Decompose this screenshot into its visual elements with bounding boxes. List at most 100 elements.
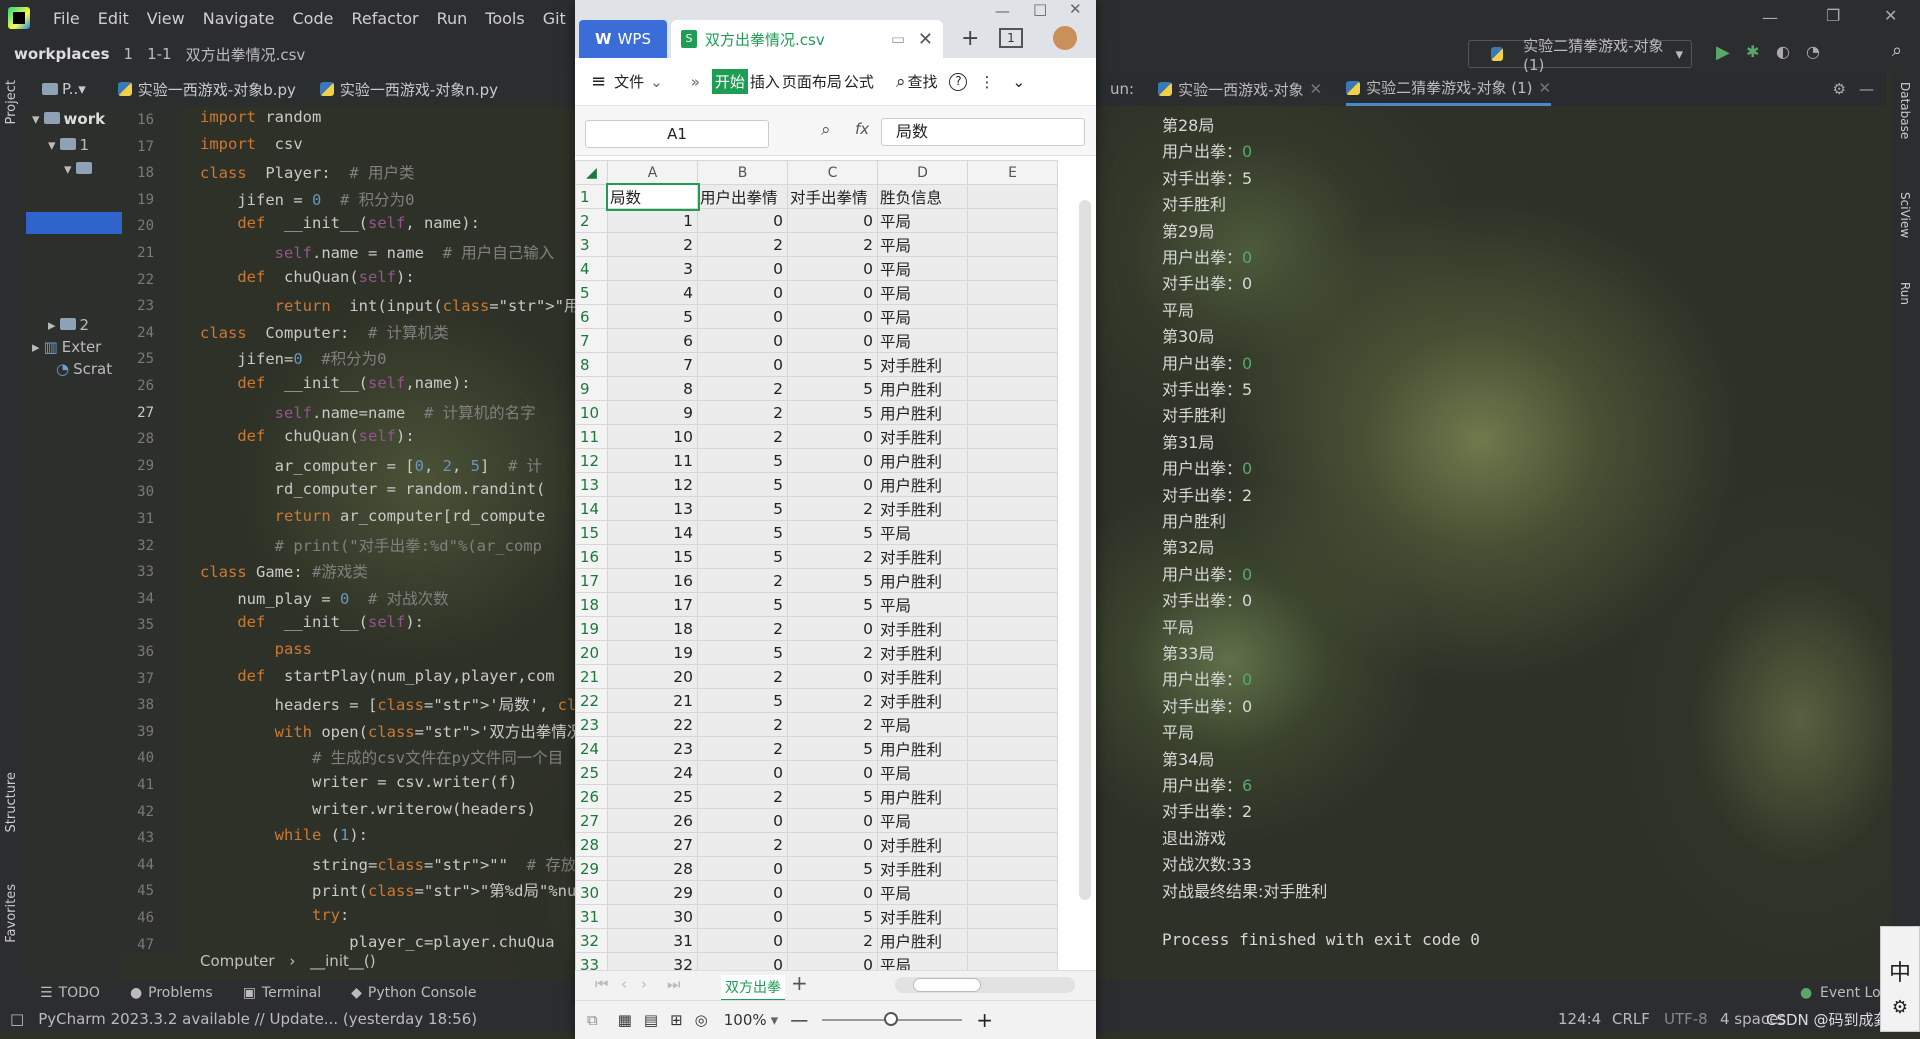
cell[interactable]: 24 [607, 760, 698, 785]
row-header[interactable]: 3 [575, 232, 608, 257]
cell[interactable]: 7 [607, 352, 698, 377]
row-header[interactable]: 21 [575, 664, 608, 689]
name-box[interactable]: A1 [585, 120, 769, 148]
cell[interactable]: 14 [607, 520, 698, 545]
structure-tool-tab[interactable]: Structure [4, 772, 19, 832]
breadcrumb-method[interactable]: __init__() [310, 952, 375, 970]
cell[interactable] [967, 832, 1058, 857]
help-icon[interactable]: ? [949, 72, 968, 91]
tree-item-work[interactable]: ▾ work [32, 110, 105, 128]
cell[interactable]: 用户胜利 [877, 928, 968, 953]
row-header[interactable]: 20 [575, 640, 608, 665]
cell[interactable] [967, 448, 1058, 473]
database-tool-tab[interactable]: Database [1898, 82, 1912, 139]
run-tab-1[interactable]: 实验一西游戏-对象 ✕ [1158, 79, 1322, 100]
cell[interactable]: 对手胜利 [877, 640, 968, 665]
code-line[interactable]: headers = [class="str">'局数', class="str"… [200, 693, 580, 715]
cell[interactable]: 27 [607, 832, 698, 857]
cell[interactable]: 2 [787, 544, 878, 569]
row-header[interactable]: 17 [575, 568, 608, 593]
cell[interactable] [967, 760, 1058, 785]
cell[interactable]: 0 [787, 448, 878, 473]
close-tab-icon[interactable]: ✕ [1310, 80, 1323, 98]
code-line[interactable]: def startPlay(num_play,player,com [200, 667, 554, 685]
avatar[interactable] [1053, 26, 1077, 50]
row-header[interactable]: 32 [575, 928, 608, 953]
tree-item-subfolder[interactable]: ▾ [64, 160, 96, 178]
cell[interactable]: 平局 [877, 256, 968, 281]
cell[interactable]: 0 [697, 760, 788, 785]
line-separator[interactable]: CRLF [1612, 1010, 1650, 1028]
close-tab-icon[interactable]: ✕ [1539, 79, 1552, 97]
column-header[interactable]: D [877, 160, 968, 185]
close-icon[interactable]: ✕ [1884, 6, 1897, 25]
cell[interactable]: 0 [787, 208, 878, 233]
cell[interactable]: 平局 [877, 808, 968, 833]
cell[interactable]: 用户胜利 [877, 448, 968, 473]
cell[interactable]: 25 [607, 784, 698, 809]
cell[interactable] [967, 400, 1058, 425]
column-header[interactable]: E [967, 160, 1058, 185]
cell[interactable]: 2 [787, 640, 878, 665]
cell[interactable]: 2 [697, 424, 788, 449]
row-header[interactable]: 33 [575, 952, 608, 970]
cell[interactable]: 1 [607, 208, 698, 233]
cell[interactable]: 0 [697, 328, 788, 353]
column-header[interactable]: C [787, 160, 878, 185]
breadcrumb-folder-1[interactable]: 1 [124, 45, 134, 63]
page-break-icon[interactable]: ▤ [644, 1011, 658, 1029]
menu-lines-icon[interactable]: ≡ [591, 71, 606, 92]
menu-item[interactable]: Git [534, 9, 575, 28]
cell[interactable]: 0 [697, 208, 788, 233]
cell[interactable]: 对手胜利 [877, 904, 968, 929]
file-menu[interactable]: 文件 [614, 71, 644, 92]
cell[interactable]: 对手胜利 [877, 832, 968, 857]
problems-tab[interactable]: Problems [148, 985, 213, 1001]
code-line[interactable]: string=class="str">"" # 存放每次对战信息 [200, 853, 580, 875]
cell[interactable]: 23 [607, 736, 698, 761]
tree-item-external[interactable]: ▸ ▥ Exter [32, 338, 101, 356]
cell[interactable]: 31 [607, 928, 698, 953]
cell[interactable]: 13 [607, 496, 698, 521]
menu-item[interactable]: Run [428, 9, 477, 28]
run-icon[interactable]: ▶ [1716, 42, 1730, 63]
cell[interactable] [967, 664, 1058, 689]
code-line[interactable]: pass [200, 640, 312, 658]
cell[interactable]: 0 [697, 280, 788, 305]
breadcrumb-project[interactable]: workplaces [14, 45, 110, 63]
cell[interactable]: 20 [607, 664, 698, 689]
row-header[interactable]: 5 [575, 280, 608, 305]
tab-count-badge[interactable]: 1 [999, 28, 1023, 48]
run-tool-tab[interactable]: Run [1898, 282, 1912, 305]
breadcrumb-folder-2[interactable]: 1-1 [147, 45, 172, 63]
cell[interactable]: 平局 [877, 880, 968, 905]
row-header[interactable]: 18 [575, 592, 608, 617]
cell[interactable] [967, 928, 1058, 953]
row-header[interactable]: 8 [575, 352, 608, 377]
cell[interactable]: 2 [697, 568, 788, 593]
cell[interactable] [967, 496, 1058, 521]
sheet-nav-first-icon[interactable]: ⏮ [595, 975, 609, 993]
cell[interactable]: 0 [697, 928, 788, 953]
code-line[interactable]: num_play = 0 # 对战次数 [200, 587, 448, 609]
row-header[interactable]: 10 [575, 400, 608, 425]
fx-button[interactable]: fx [855, 120, 869, 138]
code-line[interactable]: def chuQuan(self): [200, 427, 414, 445]
favorites-tool-tab[interactable]: Favorites [4, 884, 19, 943]
row-header[interactable]: 25 [575, 760, 608, 785]
cell[interactable]: 5 [787, 520, 878, 545]
wps-minimize-icon[interactable]: — [995, 2, 1010, 20]
row-header[interactable]: 24 [575, 736, 608, 761]
header-cell[interactable] [967, 184, 1058, 209]
wps-home-tab[interactable]: W WPS [579, 20, 667, 58]
cell[interactable]: 11 [607, 448, 698, 473]
code-line[interactable]: try: [200, 906, 349, 924]
code-line[interactable]: def __init__(self,name): [200, 374, 470, 392]
cell[interactable]: 4 [607, 280, 698, 305]
cell[interactable]: 5 [787, 400, 878, 425]
new-tab-icon[interactable]: + [961, 26, 979, 51]
restore-icon[interactable]: ❐ [1826, 6, 1840, 25]
horizontal-scrollbar[interactable] [895, 977, 1075, 993]
run-config-select[interactable]: 实验二猜拳游戏-对象 (1) ▾ [1468, 37, 1692, 74]
cell[interactable]: 5 [787, 376, 878, 401]
